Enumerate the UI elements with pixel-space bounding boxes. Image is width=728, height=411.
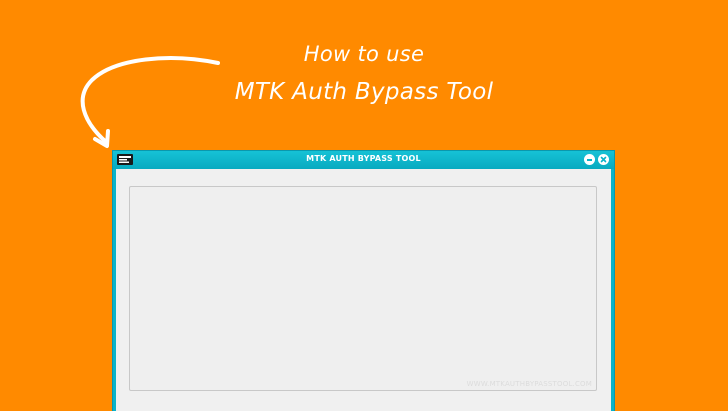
minimize-button[interactable] — [584, 154, 595, 165]
page: { "banner": { "line1": "How to use", "li… — [0, 0, 728, 411]
title-bar[interactable]: MTK AUTH BYPASS TOOL — [113, 151, 614, 169]
log-panel[interactable]: WWW.MTKAUTHBYPASSTOOL.COM — [129, 186, 597, 391]
window-title: MTK AUTH BYPASS TOOL — [306, 154, 421, 163]
banner-title-line1: How to use — [303, 42, 425, 66]
minimize-icon — [587, 159, 592, 161]
close-button[interactable] — [598, 154, 609, 165]
window-client-area: WWW.MTKAUTHBYPASSTOOL.COM — [116, 169, 611, 411]
close-icon — [600, 156, 607, 163]
app-window: MTK AUTH BYPASS TOOL WWW.MTKAUTHBYPASSTO… — [113, 151, 614, 411]
banner-title-line2: MTK Auth Bypass Tool — [234, 79, 494, 105]
watermark-text: WWW.MTKAUTHBYPASSTOOL.COM — [466, 380, 592, 388]
